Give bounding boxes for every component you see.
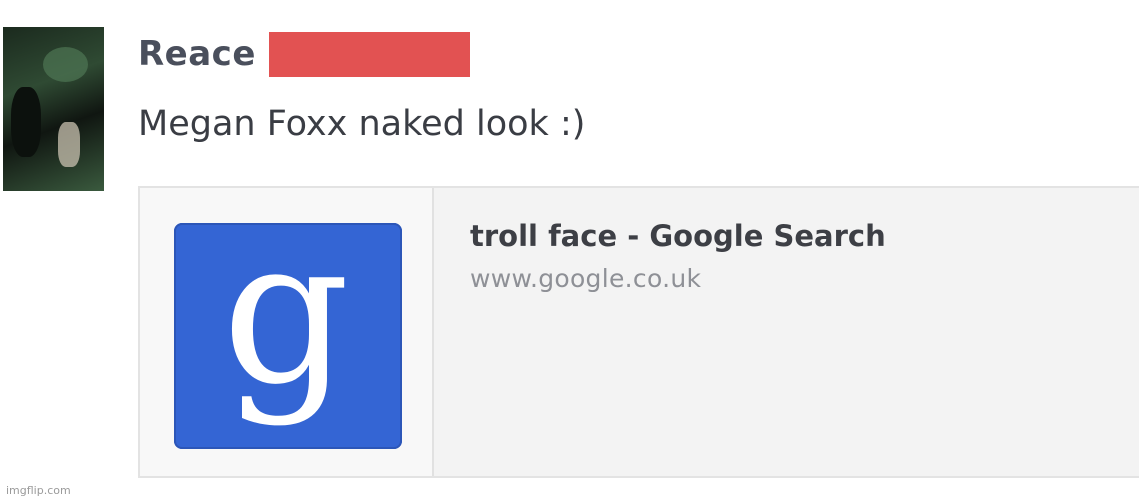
link-title[interactable]: troll face - Google Search xyxy=(470,219,886,253)
avatar-detail xyxy=(58,122,80,167)
link-preview-card[interactable]: g troll face - Google Search www.google.… xyxy=(138,186,1139,478)
avatar-detail xyxy=(43,47,88,82)
link-thumbnail[interactable]: g xyxy=(140,188,434,476)
watermark: imgflip.com xyxy=(6,484,71,497)
post-message: Megan Foxx naked look :) xyxy=(138,104,586,144)
redaction-bar xyxy=(269,32,470,77)
link-url: www.google.co.uk xyxy=(470,264,702,293)
avatar-detail xyxy=(11,87,41,157)
avatar[interactable] xyxy=(3,27,104,191)
author-name[interactable]: Reace xyxy=(138,34,256,74)
google-g-letter: g xyxy=(222,223,350,429)
google-g-logo-icon: g xyxy=(174,223,402,449)
